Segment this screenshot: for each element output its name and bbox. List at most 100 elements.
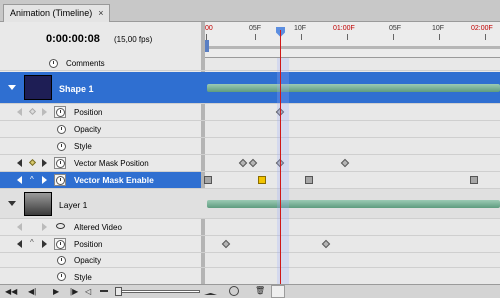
stopwatch-toggle[interactable] xyxy=(54,106,66,118)
property-row-selected[interactable]: ^ Vector Mask Enable xyxy=(0,172,500,189)
keyframe[interactable] xyxy=(238,158,248,168)
layer-row-layer-1[interactable]: Layer 1 xyxy=(0,189,500,219)
property-label: Altered Video xyxy=(74,223,122,232)
add-keyframe-icon[interactable]: ^ xyxy=(30,238,34,247)
property-label: Position xyxy=(74,240,103,249)
stopwatch-icon xyxy=(56,176,65,185)
time-ruler[interactable]: 00 05F 10F 01:00F 05F 10F 02:00F xyxy=(205,22,500,58)
property-label: Style xyxy=(74,273,92,282)
stopwatch-icon[interactable] xyxy=(57,272,66,281)
current-frame-highlight xyxy=(277,58,289,284)
next-keyframe-icon[interactable] xyxy=(42,223,47,231)
work-area-start-handle[interactable] xyxy=(205,40,209,52)
prev-keyframe-icon[interactable] xyxy=(17,223,22,231)
collapse-triangle-icon[interactable] xyxy=(8,201,16,206)
close-icon[interactable]: × xyxy=(98,5,103,22)
playhead-line[interactable] xyxy=(280,30,281,284)
property-row: Altered Video xyxy=(0,219,500,236)
ruler-tick-label: 01:00F xyxy=(333,25,355,32)
property-row: ^ Position xyxy=(0,236,500,253)
delete-icon[interactable]: 🗑 xyxy=(255,287,265,295)
next-keyframe-icon[interactable] xyxy=(42,159,47,167)
prev-keyframe-icon[interactable] xyxy=(17,159,22,167)
audio-icon[interactable]: ◁ xyxy=(85,288,91,296)
ruler-tick xyxy=(255,34,256,40)
ruler-tick xyxy=(301,34,302,40)
next-frame-icon[interactable]: |▶ xyxy=(70,288,78,296)
property-label: Opacity xyxy=(74,256,102,265)
layer-duration-bar[interactable] xyxy=(207,200,500,208)
layer-name: Layer 1 xyxy=(59,200,88,210)
work-area-bar[interactable] xyxy=(205,46,500,49)
hold-keyframe[interactable] xyxy=(305,176,313,184)
stopwatch-icon xyxy=(56,240,65,249)
property-row: Position xyxy=(0,104,500,121)
stopwatch-toggle[interactable] xyxy=(54,174,66,186)
stopwatch-icon xyxy=(56,108,65,117)
next-keyframe-icon[interactable] xyxy=(42,108,47,116)
stopwatch-toggle[interactable] xyxy=(54,157,66,169)
property-row: Vector Mask Position xyxy=(0,155,500,172)
tab-title: Animation (Timeline) xyxy=(10,8,93,18)
prev-keyframe-icon[interactable] xyxy=(17,108,22,116)
layer-row-shape-1[interactable]: Shape 1 xyxy=(0,72,500,104)
ruler-tick-label: 00 xyxy=(205,25,213,32)
stopwatch-icon[interactable] xyxy=(57,142,66,151)
convert-to-frames-icon[interactable] xyxy=(229,286,239,296)
layer-name: Shape 1 xyxy=(59,84,94,94)
add-keyframe-icon[interactable] xyxy=(28,107,37,116)
tab-bar: Animation (Timeline) × xyxy=(0,0,500,22)
zoom-out-icon[interactable] xyxy=(100,290,108,292)
property-row: Opacity xyxy=(0,121,500,138)
first-frame-icon[interactable]: ◀◀ xyxy=(5,288,17,296)
hold-keyframe-selected[interactable] xyxy=(258,176,266,184)
property-label: Opacity xyxy=(74,125,102,134)
property-row: Style xyxy=(0,268,500,284)
stopwatch-icon[interactable] xyxy=(57,125,66,134)
play-icon[interactable]: ▶ xyxy=(53,288,59,296)
bottom-toolbar: ◀◀ ◀| ▶ |▶ ◁ 🗑 xyxy=(0,284,500,298)
zoom-slider-track[interactable] xyxy=(118,290,200,293)
comments-label: Comments xyxy=(66,59,105,68)
hold-keyframe[interactable] xyxy=(204,176,212,184)
ruler-tick-label: 10F xyxy=(432,25,445,32)
zoom-slider-thumb[interactable] xyxy=(115,287,122,296)
property-label: Vector Mask Enable xyxy=(74,175,154,185)
keyframe[interactable] xyxy=(321,239,331,249)
keyframe[interactable] xyxy=(248,158,258,168)
keyframe[interactable] xyxy=(340,158,350,168)
layer-thumbnail xyxy=(24,75,52,100)
property-row: Style xyxy=(0,138,500,155)
prev-keyframe-icon[interactable] xyxy=(17,240,22,248)
property-row: Opacity xyxy=(0,253,500,268)
hold-keyframe[interactable] xyxy=(470,176,478,184)
zoom-in-icon[interactable] xyxy=(204,288,217,295)
ruler-tick xyxy=(485,34,486,40)
ruler-tick-label: 10F xyxy=(294,25,307,32)
comments-row: Comments xyxy=(0,58,500,71)
ruler-tick xyxy=(439,34,440,40)
tab-animation-timeline[interactable]: Animation (Timeline) × xyxy=(3,4,111,22)
stopwatch-icon[interactable] xyxy=(49,59,58,68)
property-label: Style xyxy=(74,142,92,151)
next-keyframe-icon[interactable] xyxy=(42,176,47,184)
prev-frame-icon[interactable]: ◀| xyxy=(28,288,36,296)
fps-display: (15,00 fps) xyxy=(114,35,153,44)
timecode-display[interactable]: 0:00:00:08 xyxy=(46,33,100,45)
next-keyframe-icon[interactable] xyxy=(42,240,47,248)
collapse-triangle-icon[interactable] xyxy=(8,85,16,90)
ruler-tick-label: 02:00F xyxy=(471,25,493,32)
layer-duration-bar[interactable] xyxy=(207,84,500,92)
ruler-tick-label: 05F xyxy=(389,25,402,32)
prev-keyframe-icon[interactable] xyxy=(17,176,22,184)
ruler-tick xyxy=(393,34,394,40)
eye-icon[interactable] xyxy=(56,223,65,229)
property-label: Position xyxy=(74,108,103,117)
stopwatch-toggle[interactable] xyxy=(54,238,66,250)
keyframe[interactable] xyxy=(221,239,231,249)
scroll-left-button[interactable] xyxy=(271,285,285,298)
add-keyframe-icon[interactable]: ^ xyxy=(30,175,34,184)
add-keyframe-icon[interactable] xyxy=(28,158,37,167)
stopwatch-icon[interactable] xyxy=(57,256,66,265)
property-label: Vector Mask Position xyxy=(74,159,149,168)
